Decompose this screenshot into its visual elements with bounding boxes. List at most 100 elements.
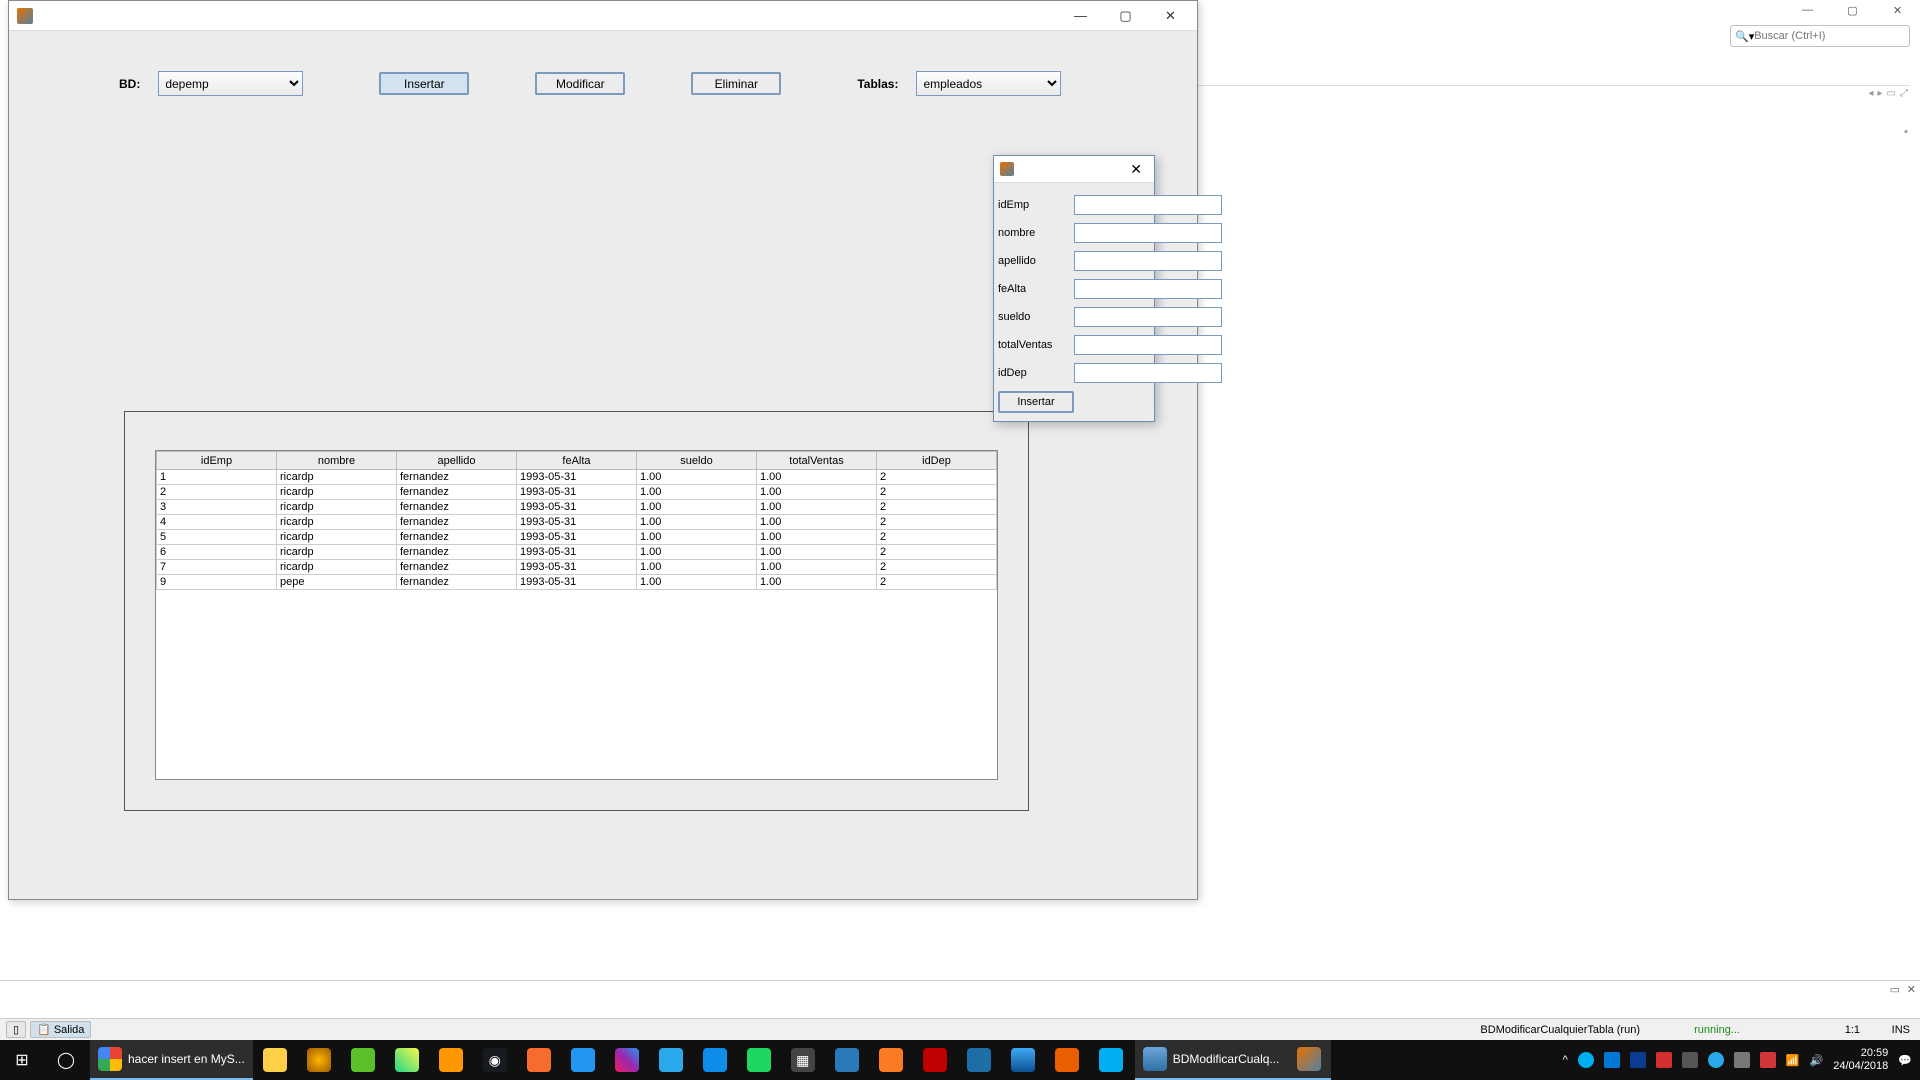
ide-close-button[interactable]: ✕ xyxy=(1875,0,1920,20)
ide-search-box[interactable]: 🔍▾ xyxy=(1730,25,1910,47)
table-cell[interactable]: 2 xyxy=(877,485,997,500)
table-cell[interactable]: 1.00 xyxy=(757,560,877,575)
tray-onedrive-icon[interactable] xyxy=(1604,1052,1620,1068)
table-cell[interactable]: 1993-05-31 xyxy=(517,530,637,545)
table-cell[interactable]: fernandez xyxy=(397,470,517,485)
taskbar-spotify[interactable] xyxy=(737,1040,781,1080)
table-cell[interactable]: 1.00 xyxy=(757,470,877,485)
table-scroll[interactable]: idEmpnombreapellidofeAltasueldototalVent… xyxy=(155,450,998,780)
input-iddep[interactable] xyxy=(1074,363,1222,383)
tray-network-icon[interactable]: 📶 xyxy=(1786,1054,1800,1067)
table-cell[interactable]: 2 xyxy=(877,545,997,560)
taskbar-skype[interactable] xyxy=(1089,1040,1133,1080)
taskbar-steam[interactable]: ◉ xyxy=(473,1040,517,1080)
output-maximize-icon[interactable]: ▭ xyxy=(1890,983,1900,996)
tray-clock[interactable]: 20:59 24/04/2018 xyxy=(1833,1047,1888,1072)
table-cell[interactable]: 2 xyxy=(157,485,277,500)
table-cell[interactable]: ricardp xyxy=(277,515,397,530)
table-row[interactable]: 4ricardpfernandez1993-05-311.001.002 xyxy=(157,515,997,530)
table-cell[interactable]: 2 xyxy=(877,500,997,515)
taskbar-teamviewer[interactable] xyxy=(693,1040,737,1080)
nav-back-icon[interactable]: ◂ xyxy=(1868,88,1873,99)
table-cell[interactable]: ricardp xyxy=(277,545,397,560)
table-cell[interactable]: 1.00 xyxy=(757,500,877,515)
tray-notifications-icon[interactable]: 💬 xyxy=(1898,1054,1912,1067)
table-header[interactable]: nombre xyxy=(277,452,397,470)
table-cell[interactable]: 2 xyxy=(877,560,997,575)
table-cell[interactable]: 1.00 xyxy=(757,485,877,500)
output-close-icon[interactable]: ✕ xyxy=(1907,983,1916,996)
table-cell[interactable]: ricardp xyxy=(277,485,397,500)
table-cell[interactable]: 1.00 xyxy=(757,530,877,545)
input-fealta[interactable] xyxy=(1074,279,1222,299)
taskbar-emule[interactable] xyxy=(957,1040,1001,1080)
taskbar-java-app[interactable] xyxy=(1287,1040,1331,1080)
table-cell[interactable]: 1.00 xyxy=(637,530,757,545)
dialog-close-button[interactable]: ✕ xyxy=(1124,159,1148,180)
tray-skype-icon[interactable] xyxy=(1578,1052,1594,1068)
bd-select[interactable]: depemp xyxy=(158,71,303,96)
table-cell[interactable]: 1993-05-31 xyxy=(517,545,637,560)
table-cell[interactable]: ricardp xyxy=(277,470,397,485)
table-cell[interactable]: 1.00 xyxy=(637,515,757,530)
table-cell[interactable]: 1.00 xyxy=(637,500,757,515)
taskbar-vlc[interactable] xyxy=(1045,1040,1089,1080)
table-header[interactable]: feAlta xyxy=(517,452,637,470)
table-cell[interactable]: 5 xyxy=(157,530,277,545)
table-cell[interactable]: 1993-05-31 xyxy=(517,560,637,575)
input-sueldo[interactable] xyxy=(1074,307,1222,327)
table-cell[interactable]: fernandez xyxy=(397,485,517,500)
table-header[interactable]: idEmp xyxy=(157,452,277,470)
ide-maximize-button[interactable]: ▢ xyxy=(1830,0,1875,20)
dialog-insertar-button[interactable]: Insertar xyxy=(998,391,1074,413)
table-cell[interactable]: 1993-05-31 xyxy=(517,515,637,530)
table-header[interactable]: idDep xyxy=(877,452,997,470)
taskbar-sublime[interactable] xyxy=(429,1040,473,1080)
modificar-button[interactable]: Modificar xyxy=(535,72,625,95)
taskbar-chrome[interactable]: hacer insert en MyS... xyxy=(90,1040,253,1080)
taskbar-utorrent[interactable] xyxy=(341,1040,385,1080)
table-cell[interactable]: 1.00 xyxy=(637,470,757,485)
input-nombre[interactable] xyxy=(1074,223,1222,243)
nav-fwd-icon[interactable]: ▸ xyxy=(1878,88,1883,99)
start-button[interactable]: ⊞ xyxy=(0,1040,44,1080)
tablas-select[interactable]: empleados xyxy=(916,71,1061,96)
app-maximize-button[interactable]: ▢ xyxy=(1103,2,1148,30)
insertar-button[interactable]: Insertar xyxy=(379,72,469,95)
table-cell[interactable]: 1993-05-31 xyxy=(517,500,637,515)
table-cell[interactable]: 3 xyxy=(157,500,277,515)
table-cell[interactable]: 2 xyxy=(877,515,997,530)
app-close-button[interactable]: ✕ xyxy=(1148,2,1193,30)
taskbar-netbeans[interactable]: BDModificarCualq... xyxy=(1135,1040,1288,1080)
table-cell[interactable]: 1.00 xyxy=(757,515,877,530)
table-header[interactable]: apellido xyxy=(397,452,517,470)
app-minimize-button[interactable]: — xyxy=(1058,2,1103,30)
statusbar-left-button[interactable]: ▯ xyxy=(6,1021,26,1038)
tray-riot-icon[interactable] xyxy=(1760,1052,1776,1068)
table-cell[interactable]: 1.00 xyxy=(637,545,757,560)
app-titlebar[interactable]: — ▢ ✕ xyxy=(9,1,1197,31)
taskbar-explorer[interactable] xyxy=(253,1040,297,1080)
expand-panel-icon[interactable]: ⤢ xyxy=(1900,88,1908,99)
taskbar-multiscreen[interactable] xyxy=(825,1040,869,1080)
table-cell[interactable]: 4 xyxy=(157,515,277,530)
table-cell[interactable]: 7 xyxy=(157,560,277,575)
input-idemp[interactable] xyxy=(1074,195,1222,215)
taskbar-origin[interactable] xyxy=(517,1040,561,1080)
table-cell[interactable]: 1.00 xyxy=(637,575,757,590)
table-cell[interactable]: ricardp xyxy=(277,500,397,515)
taskbar-musicbee[interactable] xyxy=(297,1040,341,1080)
table-cell[interactable]: ricardp xyxy=(277,530,397,545)
ide-minimize-button[interactable]: — xyxy=(1785,0,1830,20)
taskbar-safari[interactable] xyxy=(1001,1040,1045,1080)
statusbar-salida-button[interactable]: 📋 Salida xyxy=(30,1021,91,1038)
table-cell[interactable]: 9 xyxy=(157,575,277,590)
table-cell[interactable]: fernandez xyxy=(397,575,517,590)
table-cell[interactable]: fernandez xyxy=(397,560,517,575)
tray-app-icon[interactable] xyxy=(1682,1052,1698,1068)
eliminar-button[interactable]: Eliminar xyxy=(691,72,781,95)
taskbar-filezilla[interactable] xyxy=(913,1040,957,1080)
table-row[interactable]: 7ricardpfernandez1993-05-311.001.002 xyxy=(157,560,997,575)
tray-volume-icon[interactable]: 🔊 xyxy=(1810,1054,1824,1067)
table-row[interactable]: 3ricardpfernandez1993-05-311.001.002 xyxy=(157,500,997,515)
